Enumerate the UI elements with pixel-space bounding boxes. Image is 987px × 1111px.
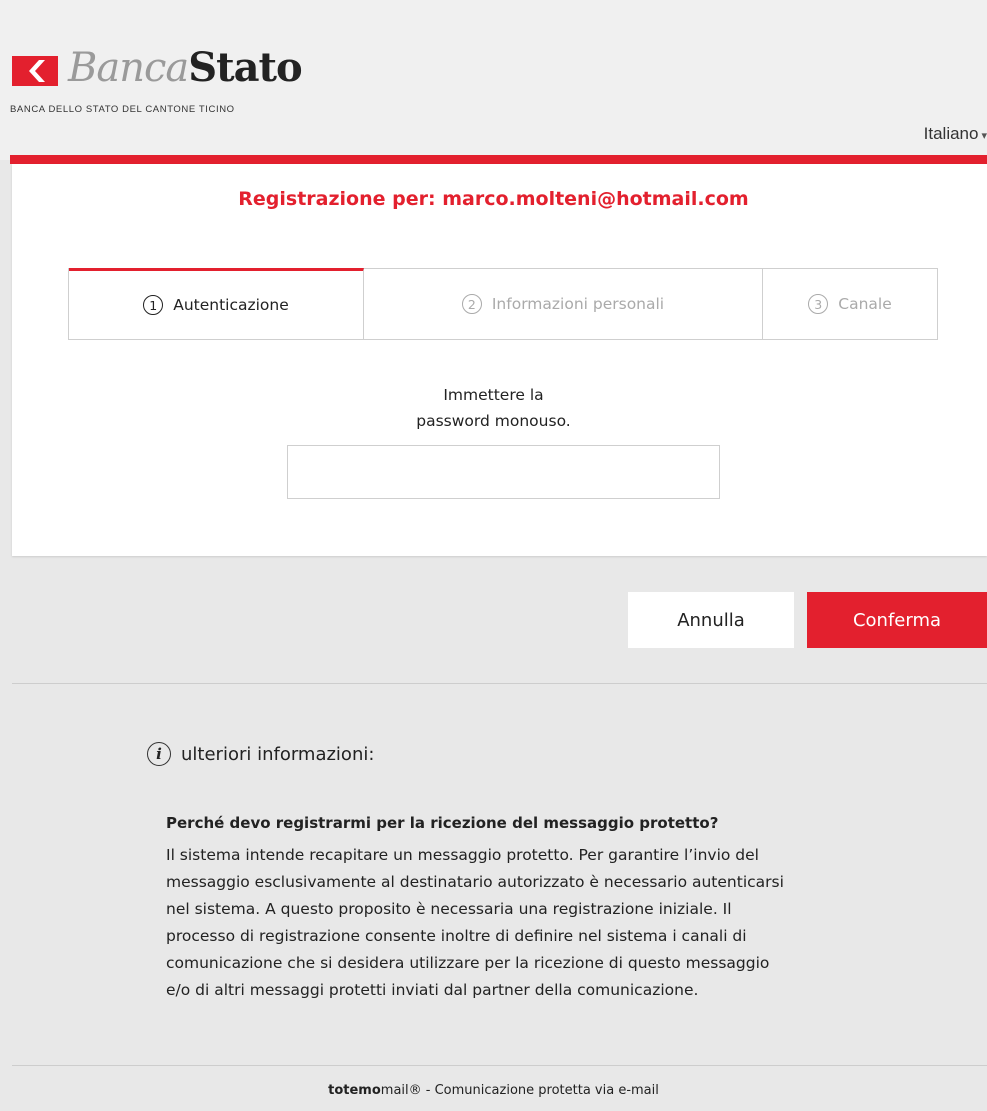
step-label: Informazioni personali [491,295,665,313]
logo-word-stato: Stato [188,44,302,91]
registration-steps: 1 Autenticazione 2 Informazioni personal… [68,268,938,340]
one-time-password-input[interactable] [287,445,720,499]
password-prompt-line: Immettere la [443,386,544,404]
faq-question: Perché devo registrarmi per la ricezione… [166,814,719,832]
language-selector[interactable]: Italiano ▾ [924,124,987,144]
cancel-button[interactable]: Annulla [628,592,794,648]
logo-word-banca: Banca [68,45,189,91]
step-number: 2 [461,294,482,314]
logo-mark-icon [12,56,58,86]
registration-title: Registrazione per: marco.molteni@hotmail… [238,188,749,210]
step-label: Canale [838,295,892,313]
faq-answer-line: comunicazione che si desidera utilizzare… [166,954,770,972]
confirm-button[interactable]: Conferma [807,592,987,648]
step-number: 3 [808,294,829,314]
logo-wordmark: BancaStato [68,44,303,91]
bancastato-logo: BancaStato BANCA DELLO STATO DEL CANTONE… [10,44,312,122]
footer-divider [12,1065,987,1066]
faq-answer-line: messaggio esclusivamente al destinatario… [166,873,784,891]
step-number: 1 [143,295,164,315]
footer-text: Comunicazione protetta via e-mail [434,1083,659,1098]
info-heading-text: ulteriori informazioni: [181,743,375,765]
faq-answer: Il sistema intende recapitare un messagg… [166,842,906,1004]
chevron-down-icon: ▾ [981,130,987,142]
logo-subtitle: BANCA DELLO STATO DEL CANTONE TICINO [10,104,235,115]
language-label: Italiano [923,124,979,143]
info-heading: i ulteriori informazioni: [147,742,987,766]
footer-brand-bold: totemo [328,1083,381,1098]
footer-brand-rest: mail® [380,1083,422,1098]
step-channel: 3 Canale [763,269,937,339]
page-header: BancaStato BANCA DELLO STATO DEL CANTONE… [0,0,987,160]
faq-answer-line: processo di registrazione consente inolt… [166,927,747,945]
footer-separator: - [421,1083,435,1098]
info-icon: i [147,742,171,766]
section-divider [12,683,987,684]
password-prompt-line: password monouso. [416,412,571,430]
step-personal-info: 2 Informazioni personali [364,269,763,339]
faq-answer-line: e/o di altri messaggi protetti inviati d… [166,981,699,999]
footer: totemomail® - Comunicazione protetta via… [0,1083,987,1098]
info-section: i ulteriori informazioni: [147,742,987,766]
step-label: Autenticazione [173,296,289,314]
faq-answer-line: nel sistema. A questo proposito è necess… [166,900,732,918]
faq-answer-line: Il sistema intende recapitare un messagg… [166,846,759,864]
header-red-bar [10,155,987,164]
step-authentication: 1 Autenticazione [69,268,364,339]
password-prompt: Immettere la password monouso. [0,382,987,434]
